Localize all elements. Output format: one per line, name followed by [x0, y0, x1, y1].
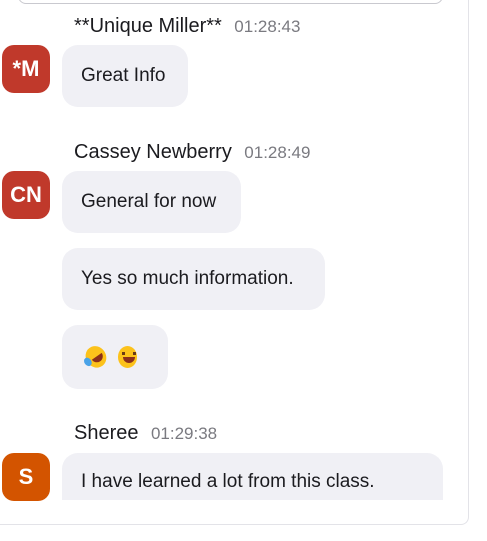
- message-timestamp: 01:28:49: [244, 143, 311, 162]
- sender-name[interactable]: **Unique Miller**: [74, 15, 222, 37]
- message-text: Yes so much information.: [81, 268, 294, 289]
- message-timestamp: 01:29:38: [150, 424, 218, 443]
- message-bubble[interactable]: General for now: [62, 171, 241, 233]
- avatar[interactable]: CN: [2, 171, 50, 219]
- message-header: Cassey Newberry 01:28:49: [74, 141, 310, 164]
- sender-name[interactable]: Cassey Newberry: [74, 141, 232, 163]
- message-header: Sheree 01:29:38: [74, 422, 217, 445]
- sender-name[interactable]: Sheree: [74, 422, 139, 444]
- scroll-clip-edge: [62, 500, 443, 524]
- grinning-squinting-face-icon: [117, 346, 137, 368]
- message-header: **Unique Miller** 01:28:43: [74, 15, 300, 38]
- emoji-reaction-bubble[interactable]: [62, 325, 168, 389]
- avatar[interactable]: *M: [2, 45, 50, 93]
- message-text: General for now: [81, 191, 217, 212]
- message-text: I have learned a lot from this class.: [81, 471, 375, 492]
- message-bubble[interactable]: Great Info: [62, 45, 188, 107]
- message-timestamp: 01:28:43: [234, 17, 301, 36]
- message-bubble[interactable]: Yes so much information.: [62, 248, 325, 310]
- chat-panel: **Unique Miller** 01:28:43 *M Great Info…: [0, 0, 469, 525]
- message-text: Great Info: [81, 65, 166, 86]
- avatar[interactable]: S: [2, 453, 50, 501]
- rolling-on-floor-laughing-icon: [81, 342, 111, 372]
- chat-input-box[interactable]: [18, 0, 443, 4]
